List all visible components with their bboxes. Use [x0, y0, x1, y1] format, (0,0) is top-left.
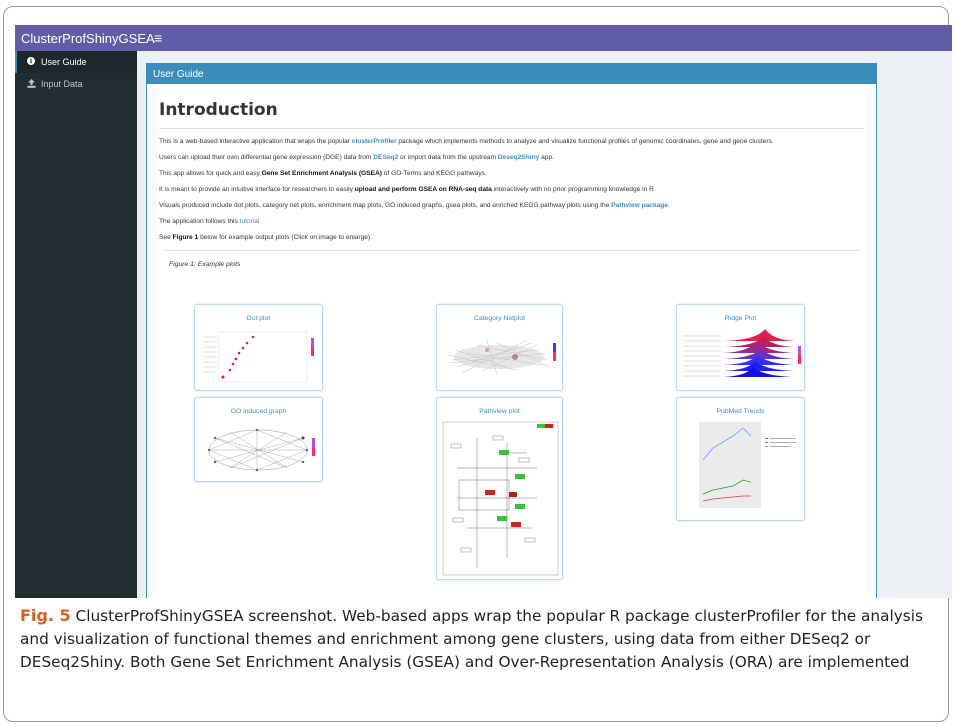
sidebar-item-input-data[interactable]: Input Data [15, 73, 137, 95]
top-navbar: ClusterProfShinyGSEA ≡ [15, 25, 952, 51]
paragraph-visuals: Visuals produced include dot plots, cate… [159, 202, 670, 209]
caption-label: Fig. 5 [20, 606, 71, 625]
deseq2-link[interactable]: DESeq2 [373, 154, 398, 161]
card-title: Category Netplot [473, 315, 525, 322]
figure-label: Figure 1: Example plots [169, 261, 241, 268]
caption-text: ClusterProfShinyGSEA screenshot. Web-bas… [20, 607, 923, 671]
card-dot-plot[interactable]: Dot plot [194, 304, 323, 391]
card-title: Ridge Plot [724, 315, 757, 322]
card-title: GO induced graph [230, 408, 287, 415]
hamburger-icon[interactable]: ≡ [154, 30, 162, 46]
clusterprofiler-link[interactable]: clusterProfiler [352, 138, 397, 145]
card-pathview-plot[interactable]: Pathview plot [436, 397, 563, 580]
paragraph-upload: Users can upload their own differential … [159, 154, 554, 161]
tutorial-link[interactable]: tutorial [240, 218, 260, 225]
pathview-thumbnail [442, 421, 559, 576]
main-content: User Guide Introduction This is a web-ba… [137, 51, 952, 598]
pathview-link[interactable]: Pathview package [611, 202, 668, 209]
paragraph-figure-ref: See Figure 1 below for example output pl… [159, 234, 372, 241]
figure-caption: Fig. 5 ClusterProfShinyGSEA screenshot. … [20, 604, 940, 674]
deseq2shiny-link[interactable]: Deseq2Shiny [498, 154, 539, 161]
card-pubmed-trends[interactable]: PubMed Trends [676, 397, 805, 521]
divider [164, 250, 859, 251]
page-title: Introduction [159, 100, 864, 129]
paragraph-intuitive: It is meant to provide an intuitive inte… [159, 186, 656, 193]
box-body: Introduction This is a web-based interac… [147, 84, 876, 268]
box-header: User Guide [147, 64, 876, 84]
card-category-netplot[interactable]: Category Netplot [436, 304, 563, 391]
sidebar: User Guide Input Data [15, 51, 137, 598]
user-guide-box: User Guide Introduction This is a web-ba… [146, 63, 877, 598]
sidebar-item-label: Input Data [41, 79, 83, 89]
paragraph-tutorial: The application follows this tutorial [159, 218, 260, 225]
card-title: Pathview plot [479, 408, 520, 415]
paragraph-intro: This is a web-based interactive applicat… [159, 138, 774, 145]
sidebar-item-user-guide[interactable]: User Guide [15, 51, 137, 73]
paragraph-gsea: This app allows for quick and easy Gene … [159, 170, 487, 177]
sidebar-item-label: User Guide [41, 57, 87, 67]
pubmed-trends-thumbnail [699, 422, 796, 508]
card-go-induced-graph[interactable]: GO induced graph [194, 397, 323, 482]
upload-icon [25, 78, 37, 90]
card-title: Dot plot [246, 315, 271, 322]
card-title: PubMed Trends [716, 408, 765, 415]
app-title[interactable]: ClusterProfShinyGSEA [15, 31, 155, 46]
info-circle-icon [25, 57, 37, 67]
card-ridge-plot[interactable]: Ridge Plot [676, 304, 805, 391]
